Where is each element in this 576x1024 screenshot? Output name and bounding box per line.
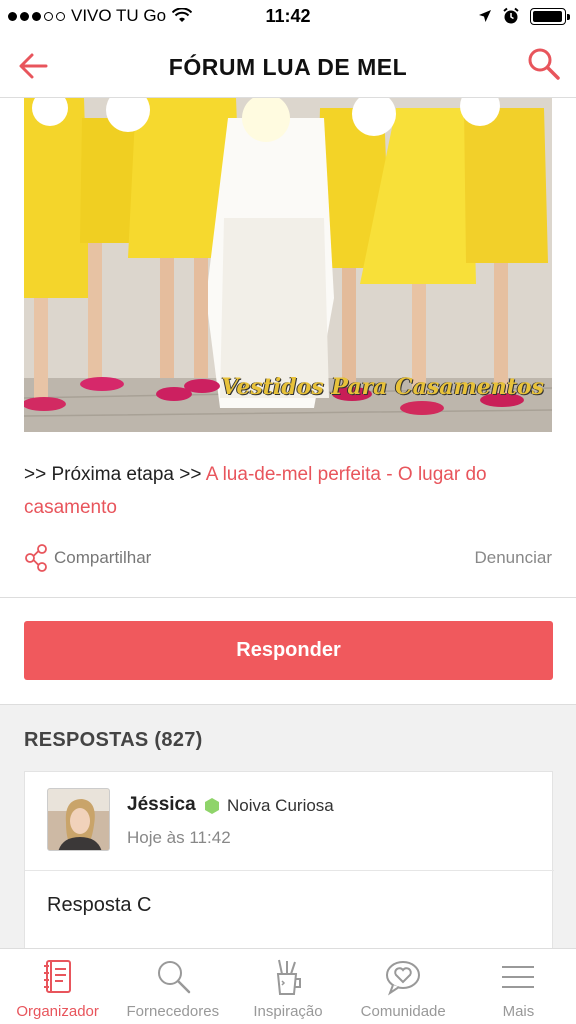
divider — [0, 597, 576, 598]
share-button[interactable]: Compartilhar — [24, 544, 151, 572]
status-bar: VIVO TU Go 11:42 — [0, 0, 576, 34]
next-step-prefix: >> Próxima etapa >> — [24, 464, 206, 485]
notebook-icon — [43, 960, 71, 993]
share-icon — [25, 544, 47, 572]
image-watermark: Vestidos Para Casamentos — [221, 374, 544, 400]
tab-label: Fornecedores — [126, 1003, 220, 1020]
tab-fornecedores[interactable]: Fornecedores — [115, 949, 230, 1024]
post-actions: Compartilhar Denunciar — [24, 540, 552, 576]
page-title: FÓRUM LUA DE MEL — [168, 54, 408, 80]
avatar-photo — [48, 789, 109, 850]
answer-card: Jéssica Noiva Curiosa Hoje às 11:42 Resp… — [24, 771, 554, 949]
location-arrow-icon — [479, 10, 491, 22]
search-icon[interactable] — [524, 44, 564, 84]
answer-author[interactable]: Jéssica — [127, 794, 196, 816]
report-button[interactable]: Denunciar — [475, 548, 553, 568]
level-hexagon-icon — [205, 798, 219, 814]
next-step: >> Próxima etapa >> A lua-de-mel perfeit… — [24, 458, 554, 524]
search-icon — [157, 961, 191, 994]
answers-count-title: RESPOSTAS (827) — [24, 729, 203, 751]
post-image: Vestidos Para Casamentos — [24, 98, 552, 432]
tab-comunidade[interactable]: Comunidade — [346, 949, 461, 1024]
tab-label: Inspiração — [253, 1003, 323, 1020]
answers-section: RESPOSTAS (827) Jéssica Noiva Curiosa Ho… — [0, 704, 576, 949]
answer-text: Resposta C — [47, 894, 152, 916]
heart-bubble-icon — [386, 961, 421, 996]
nav-bar: FÓRUM LUA DE MEL — [0, 34, 576, 98]
battery-icon — [530, 7, 570, 25]
avatar[interactable] — [47, 788, 110, 851]
tab-label: Mais — [502, 1003, 535, 1020]
tab-organizador[interactable]: Organizador — [0, 949, 115, 1024]
share-label: Compartilhar — [54, 548, 152, 567]
tab-label: Organizador — [16, 1003, 99, 1020]
alarm-icon — [503, 7, 519, 24]
tab-mais[interactable]: Mais — [461, 949, 576, 1024]
author-level-label: Noiva Curiosa — [227, 796, 334, 815]
tab-label: Comunidade — [360, 1003, 446, 1020]
card-divider — [25, 870, 554, 871]
author-level: Noiva Curiosa — [205, 796, 334, 816]
tab-bar: Organizador Fornecedores Inspiração Comu… — [0, 948, 576, 1024]
tab-inspiracao[interactable]: Inspiração — [230, 949, 345, 1024]
answer-timestamp: Hoje às 11:42 — [127, 828, 231, 847]
menu-icon — [502, 966, 535, 988]
reply-button[interactable]: Responder — [24, 621, 553, 680]
pencil-cup-icon — [276, 959, 301, 995]
